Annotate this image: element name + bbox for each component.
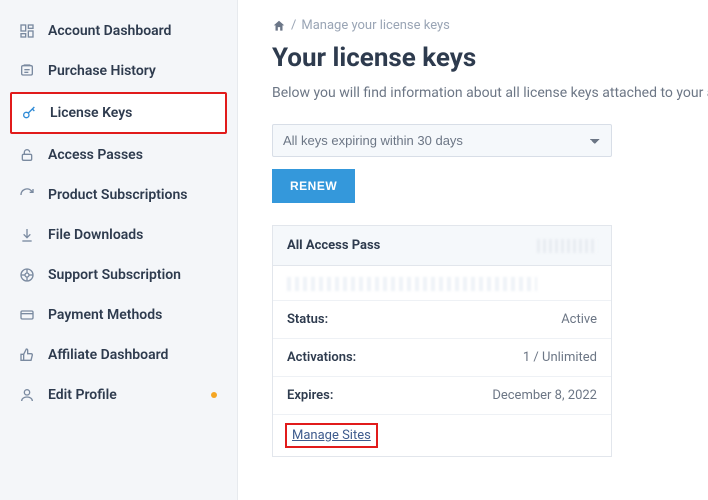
breadcrumb-current: Manage your license keys bbox=[301, 18, 450, 33]
license-manage-row: Manage Sites bbox=[273, 414, 611, 456]
sidebar: Account Dashboard Purchase History Licen… bbox=[0, 0, 238, 500]
sidebar-item-license-keys[interactable]: License Keys bbox=[10, 92, 227, 134]
filter-select[interactable]: All keys expiring within 30 days bbox=[272, 124, 612, 157]
license-key-row bbox=[273, 266, 611, 300]
sidebar-item-edit-profile[interactable]: Edit Profile bbox=[10, 376, 227, 414]
sidebar-item-label: Account Dashboard bbox=[48, 23, 171, 39]
thumbs-up-icon bbox=[18, 346, 36, 364]
page-title: Your license keys bbox=[272, 43, 708, 73]
manage-sites-link[interactable]: Manage Sites bbox=[285, 423, 378, 448]
sidebar-item-account-dashboard[interactable]: Account Dashboard bbox=[10, 12, 227, 50]
lock-icon bbox=[18, 146, 36, 164]
redacted-value bbox=[537, 239, 597, 253]
page-subtitle: Below you will find information about al… bbox=[272, 83, 708, 104]
license-name: All Access Pass bbox=[287, 238, 380, 253]
license-activations-row: Activations: 1 / Unlimited bbox=[273, 338, 611, 376]
sidebar-item-label: Affiliate Dashboard bbox=[48, 347, 168, 363]
license-card-header: All Access Pass bbox=[273, 226, 611, 266]
sidebar-item-file-downloads[interactable]: File Downloads bbox=[10, 216, 227, 254]
sidebar-item-support-subscription[interactable]: Support Subscription bbox=[10, 256, 227, 294]
renew-button[interactable]: RENEW bbox=[272, 169, 355, 203]
sidebar-item-label: Payment Methods bbox=[48, 307, 162, 323]
home-icon[interactable] bbox=[272, 19, 286, 33]
expires-label: Expires: bbox=[287, 388, 333, 403]
license-expires-row: Expires: December 8, 2022 bbox=[273, 376, 611, 414]
sidebar-item-purchase-history[interactable]: Purchase History bbox=[10, 52, 227, 90]
sidebar-item-label: Access Passes bbox=[48, 147, 143, 163]
sidebar-item-product-subscriptions[interactable]: Product Subscriptions bbox=[10, 176, 227, 214]
sidebar-item-label: License Keys bbox=[50, 105, 132, 121]
sidebar-item-label: Product Subscriptions bbox=[48, 187, 188, 203]
redacted-key bbox=[287, 277, 537, 291]
refresh-icon bbox=[18, 186, 36, 204]
sidebar-item-affiliate-dashboard[interactable]: Affiliate Dashboard bbox=[10, 336, 227, 374]
support-icon bbox=[18, 266, 36, 284]
credit-card-icon bbox=[18, 306, 36, 324]
key-icon bbox=[20, 104, 38, 122]
dashboard-icon bbox=[18, 22, 36, 40]
user-icon bbox=[18, 386, 36, 404]
status-value: Active bbox=[561, 312, 597, 327]
license-status-row: Status: Active bbox=[273, 300, 611, 338]
license-card: All Access Pass Status: Active Activatio… bbox=[272, 225, 612, 457]
sidebar-item-label: Edit Profile bbox=[48, 387, 117, 403]
notification-dot-icon bbox=[211, 392, 217, 398]
download-icon bbox=[18, 226, 36, 244]
activations-label: Activations: bbox=[287, 350, 356, 365]
sidebar-item-label: Support Subscription bbox=[48, 267, 181, 283]
expires-value: December 8, 2022 bbox=[492, 388, 597, 403]
main-content: / Manage your license keys Your license … bbox=[238, 0, 708, 500]
breadcrumb: / Manage your license keys bbox=[272, 18, 708, 33]
activations-value: 1 / Unlimited bbox=[523, 350, 597, 365]
sidebar-item-label: Purchase History bbox=[48, 63, 156, 79]
sidebar-item-payment-methods[interactable]: Payment Methods bbox=[10, 296, 227, 334]
sidebar-item-label: File Downloads bbox=[48, 227, 143, 243]
receipt-icon bbox=[18, 62, 36, 80]
sidebar-item-access-passes[interactable]: Access Passes bbox=[10, 136, 227, 174]
status-label: Status: bbox=[287, 312, 328, 327]
